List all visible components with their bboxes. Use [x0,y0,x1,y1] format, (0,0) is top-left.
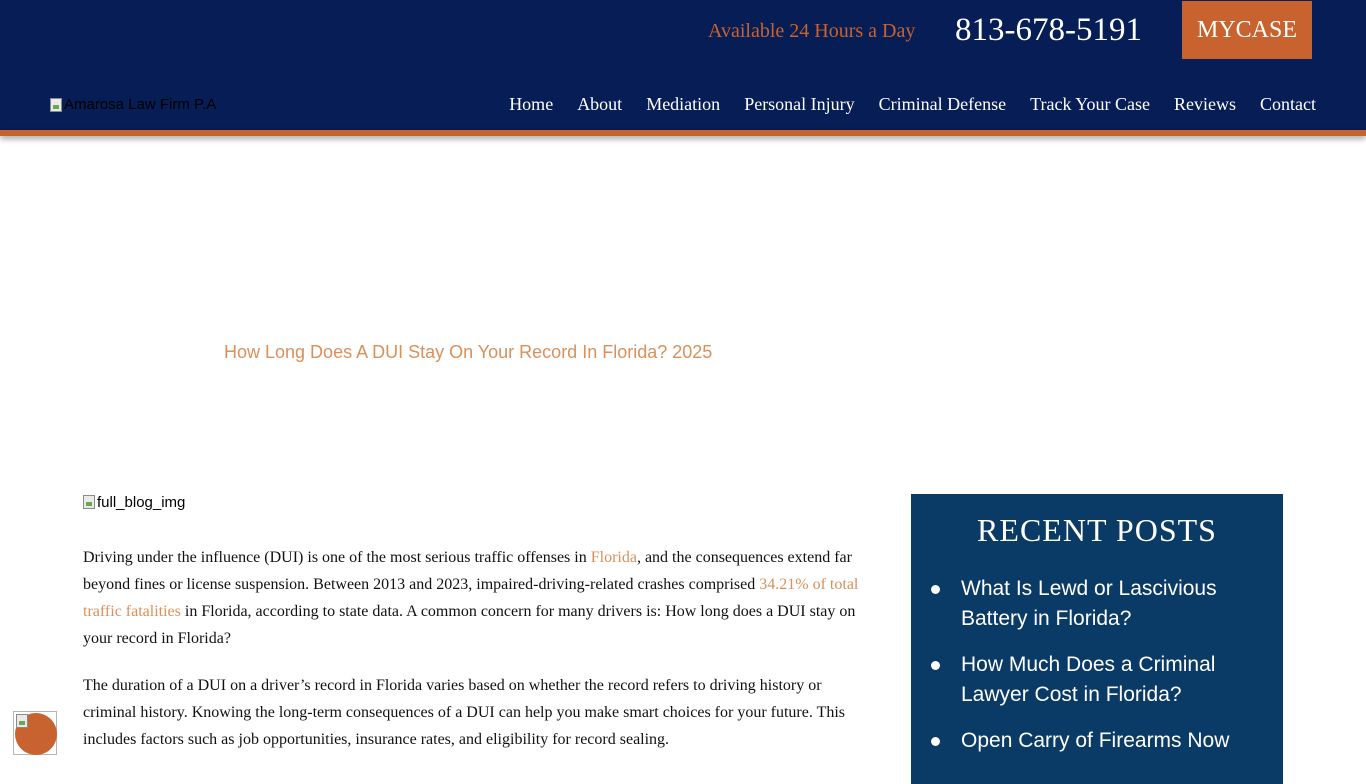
list-item: How Much Does a Criminal Lawyer Cost in … [931,650,1263,710]
nav-contact[interactable]: Contact [1260,92,1316,116]
nav-about[interactable]: About [577,92,622,116]
nav-personal-injury[interactable]: Personal Injury [744,92,854,116]
broken-image-icon [50,98,62,112]
list-item: Open Carry of Firearms Now [931,726,1263,756]
phone-link[interactable]: 813-678-5191 [955,10,1142,50]
logo-alt-text: Amarosa Law Firm P.A [64,96,217,113]
recent-post-link[interactable]: What Is Lewd or Lascivious Battery in Fl… [961,577,1217,630]
recent-post-link[interactable]: Open Carry of Firearms Now [961,729,1229,752]
nav-track-your-case[interactable]: Track Your Case [1030,92,1150,116]
recent-post-link[interactable]: How Much Does a Criminal Lawyer Cost in … [961,653,1215,706]
paragraph-text: Driving under the influence (DUI) is one… [83,549,591,566]
recent-posts-list: What Is Lewd or Lascivious Battery in Fl… [911,574,1283,756]
header-accent-bar [0,130,1366,136]
nav-mediation[interactable]: Mediation [646,92,720,116]
article-paragraph-1: Driving under the influence (DUI) is one… [83,544,878,652]
site-header: Available 24 Hours a Day 813-678-5191 MY… [0,0,1366,130]
broken-image-icon [83,495,95,509]
nav-reviews[interactable]: Reviews [1174,92,1236,116]
paragraph-text: in Florida, according to state data. A c… [83,603,856,647]
blog-image: full_blog_img [83,492,878,512]
recent-posts-title: RECENT POSTS [977,512,1217,548]
recent-posts-sidebar: RECENT POSTS What Is Lewd or Lascivious … [911,494,1283,784]
logo[interactable]: Amarosa Law Firm P.A [50,96,216,114]
article-paragraph-2: The duration of a DUI on a driver’s reco… [83,677,846,748]
florida-link[interactable]: Florida [591,549,637,566]
nav-criminal-defense[interactable]: Criminal Defense [879,92,1006,116]
broken-image-icon [16,714,28,728]
list-item: What Is Lewd or Lascivious Battery in Fl… [931,574,1263,634]
blog-image-alt-text: full_blog_img [97,493,186,511]
nav-home[interactable]: Home [509,92,553,116]
page-title: How Long Does A DUI Stay On Your Record … [224,342,713,362]
accessibility-widget-button[interactable] [13,711,57,755]
main-nav: Home About Mediation Personal Injury Cri… [509,92,1316,116]
mycase-button[interactable]: MYCASE [1182,1,1312,59]
availability-text: Available 24 Hours a Day [708,20,916,42]
article-body: full_blog_img Driving under the influenc… [83,492,878,773]
